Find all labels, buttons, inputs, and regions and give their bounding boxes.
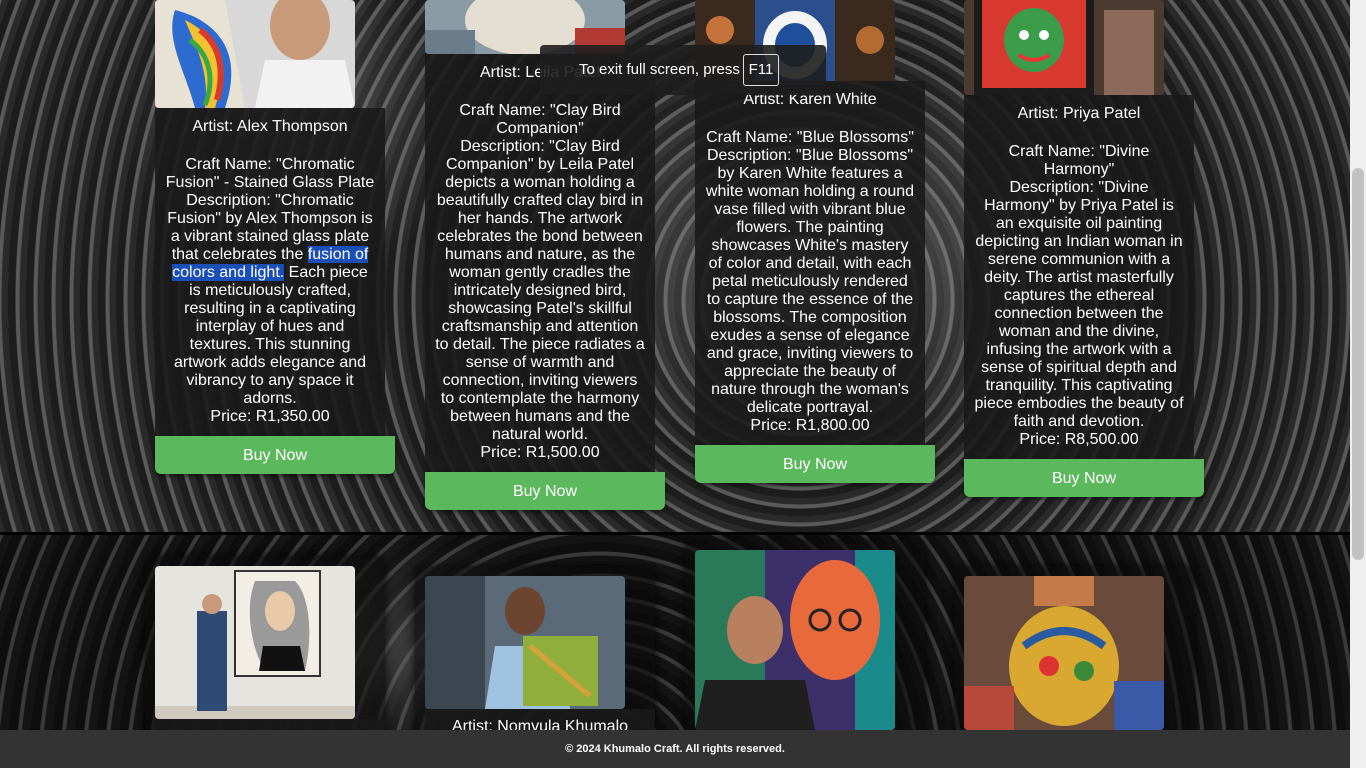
price: Price: R1,800.00 [750,417,870,434]
price: Price: R1,500.00 [480,444,600,461]
craft-name: Craft Name: "Chromatic Fusion" - Stained… [165,156,375,191]
craft-name: Craft Name: "Clay Bird Companion" [459,102,621,137]
product-image [425,576,625,709]
product-image [964,576,1164,730]
artist-name: Artist: Priya Patel [1017,105,1141,122]
buy-now-button[interactable]: Buy Now [695,445,935,483]
craft-name: Craft Name: "Blue Blossoms" [706,129,914,146]
product-details: Artist: Karen White Craft Name: "Blue Bl… [695,81,925,445]
product-image [155,0,355,108]
fullscreen-notification: To exit full screen, press F11 [540,45,826,95]
artist-name-label: Artist: Nomvula Khumalo [425,709,655,730]
vertical-scrollbar[interactable] [1350,0,1366,768]
product-details: Artist: Priya Patel Craft Name: "Divine … [964,95,1194,459]
product-details: Artist: Leila Patel Craft Name: "Clay Bi… [425,54,655,472]
price: Price: R1,350.00 [210,408,330,425]
fullscreen-message: To exit full screen, press [579,61,740,78]
craft-name: Craft Name: "Divine Harmony" [1008,143,1150,178]
buy-now-button[interactable]: Buy Now [964,459,1204,497]
product-image [964,0,1164,95]
craft-description: Description: "Divine Harmony" by Priya P… [974,179,1184,430]
artist-name-partial [155,719,385,730]
f11-key-badge: F11 [743,54,779,86]
footer: © 2024 Khumalo Craft. All rights reserve… [0,730,1350,768]
product-details: Artist: Alex Thompson Craft Name: "Chrom… [155,108,385,436]
scrollbar-thumb[interactable] [1352,168,1364,560]
buy-now-button[interactable]: Buy Now [425,472,665,510]
craft-description: Description: "Blue Blossoms" by Karen Wh… [705,147,915,416]
section-divider [0,532,1350,535]
product-image [695,550,895,730]
copyright-text: © 2024 Khumalo Craft. All rights reserve… [565,743,785,755]
price: Price: R8,500.00 [1019,431,1139,448]
product-image [155,566,355,719]
buy-now-button[interactable]: Buy Now [155,436,395,474]
craft-description: Description: "Clay Bird Companion" by Le… [435,138,645,443]
artist-name: Artist: Alex Thompson [192,118,348,135]
craft-description: Description: "Chromatic Fusion" by Alex … [167,192,373,407]
